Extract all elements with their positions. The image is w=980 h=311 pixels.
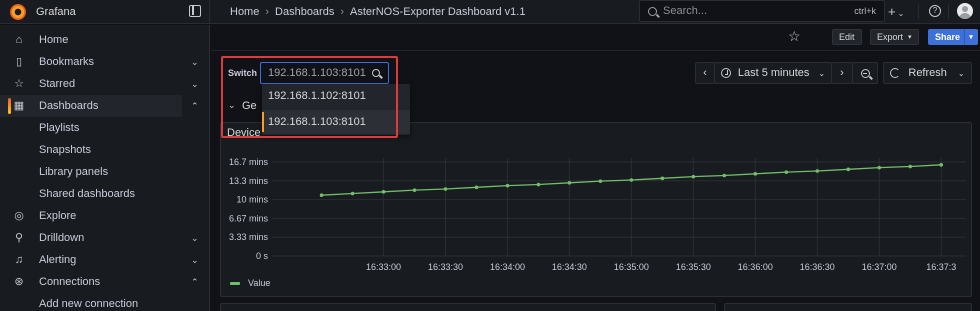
chevron-down-icon[interactable]: ⌄ <box>191 233 199 244</box>
search-icon <box>648 6 657 16</box>
app-name: Grafana <box>36 5 76 18</box>
chevron-down-icon[interactable]: ▾ <box>964 29 977 45</box>
breadcrumb-dashboards[interactable]: Dashboards <box>275 6 334 18</box>
zoom-out-icon <box>860 68 870 78</box>
sidebar-item-drilldown[interactable]: ⚲ Drilldown ⌄ <box>0 227 209 249</box>
sidebar-subitem-snapshots[interactable]: Snapshots <box>39 144 91 156</box>
time-series-panel <box>220 122 972 297</box>
sidebar-item-connections[interactable]: ⊛ Connections ⌃ <box>0 271 209 293</box>
breadcrumb: Home › Dashboards › AsterNOS-Exporter Da… <box>210 0 525 24</box>
chevron-down-icon[interactable]: ⌄ <box>191 79 199 90</box>
legend-swatch <box>230 281 240 285</box>
dashboards-icon: ▦ <box>13 100 25 112</box>
breadcrumb-current: AsterNOS-Exporter Dashboard v1.1 <box>350 5 526 18</box>
chevron-down-icon[interactable]: ⌄ <box>191 57 199 68</box>
chevron-left-icon: ‹ <box>703 67 707 79</box>
chart-legend: Value <box>230 278 270 288</box>
connections-icon: ⊛ <box>14 276 24 288</box>
legend-label-value[interactable]: Value <box>248 278 270 288</box>
sidebar-item-dashboards[interactable]: ▦ Dashboards <box>0 95 182 117</box>
bell-icon: ♫ <box>14 254 24 266</box>
sidebar-item-label: Bookmarks <box>39 56 95 68</box>
export-label: Export <box>877 32 904 42</box>
star-icon: ☆ <box>14 78 24 90</box>
chevron-down-icon[interactable]: ⌄ <box>191 255 199 266</box>
refresh-icon <box>890 68 901 78</box>
search-placeholder: Search... <box>663 5 708 17</box>
share-button[interactable]: Share ▾ <box>928 29 979 45</box>
sidebar-item-label: Dashboards <box>39 100 99 112</box>
avatar[interactable] <box>957 3 973 19</box>
sidebar-item-home[interactable]: ⌂ Home <box>0 29 209 51</box>
sidebar-item-explore[interactable]: ◎ Explore <box>0 205 209 227</box>
time-shift-back-button[interactable]: ‹ <box>695 62 715 84</box>
time-range-label: Last 5 minutes <box>737 67 810 79</box>
next-panel <box>220 303 716 311</box>
sidebar-item-alerting[interactable]: ♫ Alerting ⌄ <box>0 249 209 271</box>
sidebar-item-label: Starred <box>39 78 76 90</box>
new-menu-button[interactable]: + ⌄ <box>888 4 904 19</box>
chevron-down-icon: ⌄ <box>818 68 826 78</box>
share-label: Share <box>935 32 961 42</box>
grafana-logo-icon[interactable] <box>10 3 26 20</box>
annotation-highlight-box <box>221 56 398 138</box>
zoom-out-button[interactable] <box>852 62 878 84</box>
chevron-right-icon: › <box>340 5 345 18</box>
home-icon: ⌂ <box>15 34 23 46</box>
sidebar-subitem-playlists[interactable]: Playlists <box>39 122 79 134</box>
sidebar-item-starred[interactable]: ☆ Starred ⌄ <box>0 73 209 95</box>
help-icon[interactable]: ? <box>929 5 941 17</box>
sidebar-subitem-shared-dashboards[interactable]: Shared dashboards <box>39 188 135 200</box>
plus-icon: + <box>888 4 896 19</box>
brand: Grafana <box>0 0 210 24</box>
divider <box>948 4 949 19</box>
sidebar-item-label: Drilldown <box>39 232 85 244</box>
edit-button[interactable]: Edit <box>832 29 862 45</box>
chevron-right-icon: › <box>265 5 270 18</box>
drilldown-icon: ⚲ <box>14 232 24 244</box>
divider <box>918 4 919 19</box>
bookmark-icon: ▯ <box>15 56 23 68</box>
dashboard-toolbar: ☆ Edit Export ▾ Share ▾ <box>211 25 980 51</box>
chevron-up-icon[interactable]: ⌃ <box>191 277 199 288</box>
next-panel <box>724 303 972 311</box>
refresh-button[interactable]: Refresh ⌄ <box>883 62 972 84</box>
sidebar-subitem-add-new-connection[interactable]: Add new connection <box>39 298 138 310</box>
breadcrumb-home[interactable]: Home <box>230 6 259 18</box>
export-button[interactable]: Export ▾ <box>870 29 919 45</box>
sidebar-item-label: Home <box>39 34 69 46</box>
sidebar-item-bookmarks[interactable]: ▯ Bookmarks ⌄ <box>0 51 209 73</box>
sidebar: ⌂ Home ▯ Bookmarks ⌄ ☆ Starred ⌄ ▦ Dashb… <box>0 25 210 311</box>
top-bar: Grafana Home › Dashboards › AsterNOS-Exp… <box>0 0 980 24</box>
sidebar-item-label: Connections <box>39 276 101 288</box>
sidebar-item-label: Explore <box>39 210 77 222</box>
explore-icon: ◎ <box>14 210 24 222</box>
chevron-right-icon: › <box>840 67 844 79</box>
star-icon[interactable]: ☆ <box>788 28 801 45</box>
time-shift-forward-button[interactable]: › <box>831 62 853 84</box>
clock-icon <box>720 68 731 78</box>
search-shortcut: ctrl+k <box>854 6 876 16</box>
sidebar-item-label: Alerting <box>39 254 77 266</box>
refresh-label: Refresh <box>908 67 947 79</box>
chevron-up-icon[interactable]: ⌃ <box>185 95 209 117</box>
chevron-down-icon: ▾ <box>908 34 912 41</box>
sidebar-subitem-library-panels[interactable]: Library panels <box>39 166 108 178</box>
chevron-down-icon: ⌄ <box>897 9 905 18</box>
dock-menu-icon[interactable] <box>189 4 201 17</box>
search-input[interactable]: Search... ctrl+k <box>639 0 885 22</box>
time-range-picker[interactable]: Last 5 minutes ⌄ <box>714 62 832 84</box>
chevron-down-icon[interactable]: ⌄ <box>958 69 965 78</box>
